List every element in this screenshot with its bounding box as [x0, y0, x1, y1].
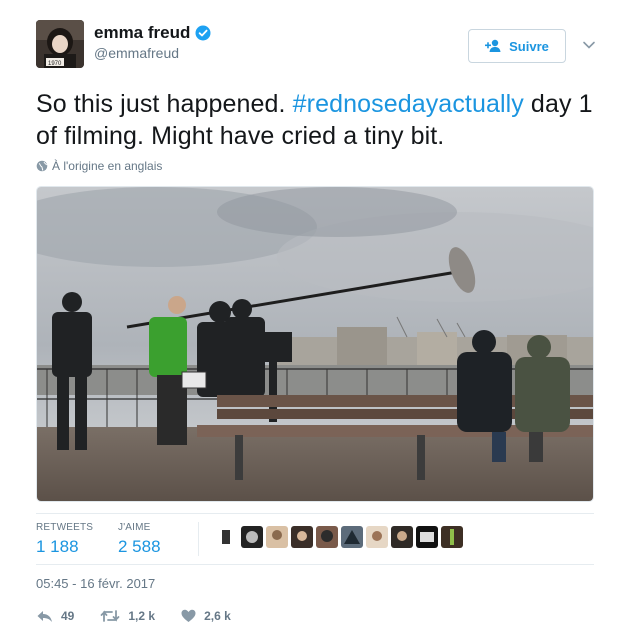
likes-label: J'AIME: [118, 522, 151, 533]
tweet-timestamp[interactable]: 05:45 - 16 févr. 2017: [36, 576, 155, 591]
reply-icon: [37, 611, 52, 622]
tweet-actions: 49 1,2 k 2,6 k: [36, 608, 257, 624]
liker-avatar[interactable]: [391, 526, 413, 548]
verified-badge-icon: [195, 25, 211, 41]
tweet-stats: RETWEETS 1 188 J'AIME 2 588: [36, 513, 594, 565]
translation-note[interactable]: À l'origine en anglais: [36, 159, 162, 173]
stats-divider: [198, 522, 199, 556]
likes-count[interactable]: 2 588: [118, 537, 161, 557]
translation-note-text[interactable]: À l'origine en anglais: [52, 159, 162, 173]
chevron-down-icon[interactable]: [582, 38, 596, 52]
liker-avatars: [216, 526, 463, 548]
liker-avatar[interactable]: [441, 526, 463, 548]
follow-button[interactable]: Suivre: [468, 29, 566, 63]
retweets-count[interactable]: 1 188: [36, 537, 93, 557]
reply-button[interactable]: 49: [36, 609, 74, 623]
display-name-text[interactable]: emma freud: [94, 23, 190, 43]
film-set-photo: [37, 187, 593, 501]
user-handle[interactable]: @emmafreud: [94, 45, 211, 61]
like-count: 2,6 k: [204, 609, 231, 623]
liker-avatar[interactable]: [216, 526, 238, 548]
retweet-icon: [100, 610, 120, 622]
liker-avatar[interactable]: [266, 526, 288, 548]
add-user-icon: [485, 39, 501, 52]
follow-button-label: Suivre: [509, 38, 549, 54]
globe-icon: [36, 160, 48, 172]
likes-stat[interactable]: J'AIME 2 588: [118, 522, 161, 557]
reply-count: 49: [61, 609, 75, 623]
tweet-text-part: So this just happened.: [36, 90, 293, 118]
user-names: emma freud @emmafreud: [94, 23, 211, 61]
liker-avatar[interactable]: [291, 526, 313, 548]
liker-avatar[interactable]: [416, 526, 438, 548]
retweets-label: RETWEETS: [36, 522, 94, 533]
avatar[interactable]: 1970: [36, 20, 84, 68]
svg-text:1970: 1970: [48, 61, 62, 67]
retweets-stat[interactable]: RETWEETS 1 188: [36, 522, 93, 557]
liker-avatar[interactable]: [366, 526, 388, 548]
like-button[interactable]: 2,6 k: [181, 609, 231, 623]
liker-avatar[interactable]: [316, 526, 338, 548]
tweet-text: So this just happened. #rednosedayactual…: [36, 88, 606, 152]
hashtag-link[interactable]: #rednosedayactually: [293, 90, 524, 118]
liker-avatar[interactable]: [341, 526, 363, 548]
retweet-button[interactable]: 1,2 k: [100, 609, 155, 623]
retweet-count: 1,2 k: [128, 609, 156, 623]
liker-avatar[interactable]: [241, 526, 263, 548]
tweet-header: 1970 emma freud @emmafreud Suivre: [36, 20, 604, 76]
display-name[interactable]: emma freud: [94, 23, 211, 43]
tweet-photo[interactable]: [36, 186, 594, 502]
heart-icon: [181, 609, 196, 622]
